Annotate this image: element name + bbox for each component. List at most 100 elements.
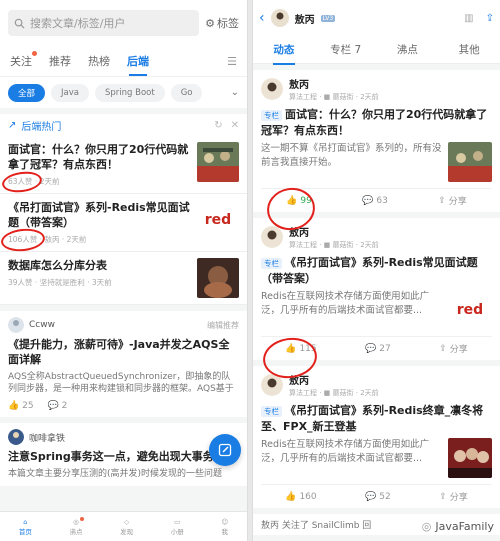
like-button[interactable]: 👍 99 xyxy=(286,196,312,206)
search-input[interactable]: 搜索文章/标签/用户 xyxy=(8,10,200,36)
like-button[interactable]: 👍 115 xyxy=(285,344,316,354)
avatar[interactable] xyxy=(261,78,283,100)
chip-all[interactable]: 全部 xyxy=(8,83,46,102)
chevron-down-icon[interactable]: ⌄ xyxy=(231,87,239,98)
comment-button[interactable]: 💬 63 xyxy=(362,196,388,206)
compose-button[interactable] xyxy=(209,434,241,466)
hot-section-header: ↗ 后端热门 ↻ ✕ xyxy=(0,114,247,136)
article-thumbnail xyxy=(197,142,239,182)
tab-recommended[interactable]: 推荐 xyxy=(49,53,71,69)
share-icon[interactable]: ⇪ xyxy=(486,13,494,24)
tab-activity[interactable]: 动态 xyxy=(253,42,315,65)
home-icon: ⌂ xyxy=(23,517,28,526)
comment-button[interactable]: 💬 2 xyxy=(48,401,68,411)
list-item[interactable]: 数据库怎么分库分表 39人赞 · 坚持就是胜利 · 3天前 xyxy=(0,252,247,305)
pencil-icon xyxy=(218,443,232,457)
list-item[interactable]: 面试官：什么？你只用了20行代码就拿了冠军？有点东西！ 63人赞 · 2天前 xyxy=(0,136,247,194)
article-title: 专栏 《吊打面试官》系列-Redis常见面试题（带答案） xyxy=(261,256,478,285)
author-subtitle: 算法工程 · ■ 蘑菇街 · 2天前 xyxy=(289,389,379,397)
article-thumbnail xyxy=(448,438,492,478)
bottom-navigation: ⌂ 首页 ◎ 沸点 ◇ 发现 ▭ 小册 ☺ 我 xyxy=(0,511,247,541)
nav-me[interactable]: ☺ 我 xyxy=(221,518,228,536)
profile-header: ‹ 敖丙 LV3 ▥ ⇪ xyxy=(253,0,500,36)
activity-card[interactable]: 敖丙 算法工程 · ■ 蘑菇街 · 2天前 专栏 面试官：什么？你只用了20行代码… xyxy=(253,70,500,212)
nav-books[interactable]: ▭ 小册 xyxy=(171,518,184,536)
comment-button[interactable]: 💬 27 xyxy=(365,344,391,354)
tab-columns[interactable]: 专栏 7 xyxy=(315,42,377,57)
share-button[interactable]: ⇪ 分享 xyxy=(439,490,468,504)
avatar[interactable] xyxy=(261,374,283,396)
comment-icon: 💬 xyxy=(362,195,374,206)
share-button[interactable]: ⇪ 分享 xyxy=(438,194,467,208)
chip-java[interactable]: Java xyxy=(51,83,89,102)
comment-button[interactable]: 💬 52 xyxy=(365,492,391,502)
search-icon xyxy=(14,18,25,29)
article-summary: AQS全称AbstractQueuedSynchronizer，即抽象的队列同步… xyxy=(8,372,234,394)
article-title: 专栏 《吊打面试官》系列-Redis终章_凛冬将至、FPX_新王登基 xyxy=(261,404,484,433)
activity-card[interactable]: 敖丙 算法工程 · ■ 蘑菇街 · 2天前 专栏 《吊打面试官》系列-Redis终… xyxy=(253,366,500,508)
article-meta: 106人赞 · 敖丙 · 2天前 xyxy=(8,235,87,244)
thumbs-up-icon: 👍 xyxy=(285,491,297,502)
feed-card[interactable]: Ccww 编辑推荐 《提升能力，涨薪可待》-Java并发之AQS全面详解 AQS… xyxy=(0,311,247,417)
share-icon: ⇪ xyxy=(439,343,447,354)
avatar[interactable] xyxy=(261,226,283,248)
author-name[interactable]: 敖丙 xyxy=(289,224,379,239)
avatar[interactable] xyxy=(270,9,289,27)
tab-backend[interactable]: 后端 xyxy=(127,53,149,76)
chip-spring-boot[interactable]: Spring Boot xyxy=(94,83,165,102)
nav-discover[interactable]: ◇ 发现 xyxy=(120,518,133,536)
right-phone-screen: ‹ 敖丙 LV3 ▥ ⇪ 动态 专栏 7 沸点 其他 敖丙 算法工程 · ■ 蘑… xyxy=(252,0,500,541)
article-title: 专栏 面试官：什么？你只用了20行代码就拿了冠军？有点东西！ xyxy=(261,108,488,137)
back-icon[interactable]: ‹ xyxy=(259,10,265,26)
refresh-icon[interactable]: ↻ xyxy=(214,120,222,131)
nav-home[interactable]: ⌂ 首页 xyxy=(19,518,32,536)
redis-logo-thumbnail: red xyxy=(448,290,492,330)
tab-hot[interactable]: 热榜 xyxy=(88,53,110,69)
like-button[interactable]: 👍 160 xyxy=(285,492,316,502)
tag-button-label: 标签 xyxy=(217,17,239,30)
article-thumbnail xyxy=(197,258,239,298)
author-name[interactable]: Ccww xyxy=(29,320,55,330)
compass-icon: ◇ xyxy=(124,517,130,526)
comment-icon: 💬 xyxy=(365,491,377,502)
avatar[interactable] xyxy=(8,429,24,445)
tag-button[interactable]: ⚙ 标签 xyxy=(205,15,239,31)
list-item[interactable]: 《吊打面试官》系列-Redis常见面试题（带答案） 106人赞 · 敖丙 · 2… xyxy=(0,194,247,252)
avatar[interactable] xyxy=(8,317,24,333)
article-meta: 39人赞 · 坚持就是胜利 · 3天前 xyxy=(8,278,112,287)
author-subtitle: 算法工程 · ■ 蘑菇街 · 2天前 xyxy=(289,241,379,249)
like-button[interactable]: 👍 25 xyxy=(8,401,34,411)
stats-icon[interactable]: ▥ xyxy=(464,13,473,24)
level-badge: LV3 xyxy=(320,14,336,22)
activity-card[interactable]: 敖丙 算法工程 · ■ 蘑菇街 · 2天前 专栏 《吊打面试官》系列-Redis常… xyxy=(253,218,500,360)
close-icon[interactable]: ✕ xyxy=(231,120,239,131)
gear-icon: ⚙ xyxy=(205,16,215,30)
article-title: 数据库怎么分库分表 xyxy=(8,259,107,272)
thumbs-up-icon: 👍 xyxy=(285,343,297,354)
search-placeholder: 搜索文章/标签/用户 xyxy=(30,17,126,30)
tab-following[interactable]: 关注 xyxy=(10,51,37,69)
profile-tabs: 动态 专栏 7 沸点 其他 xyxy=(253,36,500,65)
author-name[interactable]: 咖啡拿铁 xyxy=(29,431,65,444)
article-title: 《吊打面试官》系列-Redis常见面试题（带答案） xyxy=(8,201,190,229)
pins-icon: ◎ xyxy=(73,517,79,526)
article-thumbnail xyxy=(448,142,492,182)
share-icon: ⇪ xyxy=(438,195,446,206)
hot-section-title: 后端热门 xyxy=(21,121,62,133)
tab-pins[interactable]: 沸点 xyxy=(377,42,439,57)
share-icon: ⇪ xyxy=(439,491,447,502)
nav-pins[interactable]: ◎ 沸点 xyxy=(69,516,85,536)
article-title: 《提升能力，涨薪可待》-Java并发之AQS全面详解 xyxy=(8,338,230,366)
article-summary: 这一期不算《吊打面试官》系列的，所有没前言我直接开始。 xyxy=(261,143,442,168)
wechat-icon: ◎ xyxy=(421,520,432,533)
chip-go[interactable]: Go xyxy=(170,83,203,102)
article-summary: Redis在互联网技术存储方面使用如此广泛，几乎所有的后端技术面试官都要... xyxy=(261,291,430,316)
share-button[interactable]: ⇪ 分享 xyxy=(439,342,468,356)
column-tag: 专栏 xyxy=(261,110,282,121)
editor-pick-badge: 编辑推荐 xyxy=(207,320,239,330)
author-name[interactable]: 敖丙 xyxy=(289,76,379,91)
search-bar: 搜索文章/标签/用户 ⚙ 标签 xyxy=(0,0,247,46)
more-tabs-icon[interactable]: ☰ xyxy=(227,55,237,68)
tab-other[interactable]: 其他 xyxy=(438,42,500,57)
author-name[interactable]: 敖丙 xyxy=(289,372,379,387)
